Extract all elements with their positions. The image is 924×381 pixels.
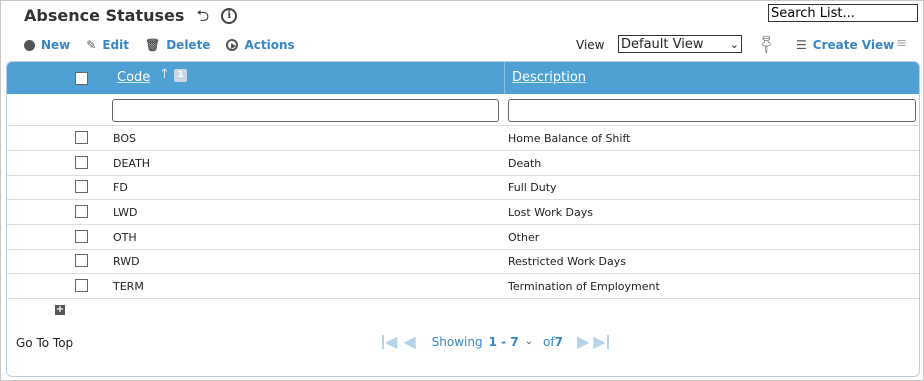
chevron-down-icon[interactable]: ⌄	[525, 336, 533, 347]
row-description: Death	[508, 157, 542, 170]
search-input[interactable]	[768, 4, 918, 22]
row-code: OTH	[113, 231, 137, 244]
column-header-code[interactable]: Code	[117, 70, 150, 85]
table-row[interactable]: DEATH Death	[7, 151, 919, 176]
menu-icon[interactable]: ≡	[896, 36, 907, 51]
list-settings-icon: ☰	[796, 38, 807, 52]
table-row[interactable]: BOS Home Balance of Shift	[7, 126, 919, 151]
row-description: Termination of Employment	[508, 280, 660, 293]
row-description: Home Balance of Shift	[508, 132, 631, 145]
previous-page-icon[interactable]: ◀	[403, 332, 415, 351]
row-checkbox[interactable]	[75, 254, 88, 267]
row-description: Restricted Work Days	[508, 255, 626, 268]
view-select[interactable]: Default View ⌄	[618, 35, 742, 53]
row-code: FD	[113, 181, 128, 194]
create-view-label: Create View	[812, 38, 895, 52]
data-grid: Code ↑ 1 Description BOS Home Balance of…	[6, 61, 920, 377]
table-row[interactable]: RWD Restricted Work Days	[7, 249, 919, 274]
row-checkbox[interactable]	[75, 156, 88, 169]
table-row[interactable]: LWD Lost Work Days	[7, 200, 919, 225]
table-row[interactable]: FD Full Duty	[7, 175, 919, 200]
new-button-label: New	[41, 38, 71, 52]
row-code: TERM	[113, 280, 144, 293]
title-bar: Absence Statuses ⮌ i	[24, 6, 238, 25]
row-checkbox[interactable]	[75, 230, 88, 243]
first-page-icon[interactable]: ◀	[382, 332, 397, 351]
showing-label: Showing	[431, 334, 483, 349]
of-label: of	[543, 334, 555, 349]
pagination: ◀ ◀ Showing 1 - 7 ⌄ of 7 ▶ ▶	[382, 332, 609, 351]
expand-plus-icon[interactable]: +	[55, 305, 65, 315]
row-code: RWD	[113, 255, 140, 268]
create-view-button[interactable]: ☰ Create View	[796, 38, 894, 52]
row-code: BOS	[113, 132, 136, 145]
grid-header: Code ↑ 1 Description	[7, 62, 919, 94]
column-header-description[interactable]: Description	[512, 70, 586, 85]
page-range: 1 - 7	[488, 334, 519, 349]
row-description: Full Duty	[508, 181, 557, 194]
plus-circle-icon: +	[24, 37, 35, 52]
table-row[interactable]: TERM Termination of Employment	[7, 274, 919, 299]
row-code: LWD	[113, 206, 138, 219]
delete-button-label: Delete	[166, 38, 211, 52]
edit-button-label: Edit	[102, 38, 129, 52]
row-code: DEATH	[113, 157, 151, 170]
sort-ascending-icon[interactable]: ↑	[159, 67, 170, 82]
row-checkbox[interactable]	[75, 205, 88, 218]
pencil-icon: ✎	[86, 38, 97, 52]
table-row[interactable]: OTH Other	[7, 225, 919, 250]
row-checkbox[interactable]	[75, 131, 88, 144]
info-icon[interactable]: i	[221, 7, 238, 24]
delete-button[interactable]: 🗑︎ Delete	[145, 38, 210, 52]
undo-icon[interactable]: ⮌	[196, 7, 209, 24]
trash-icon: 🗑︎	[144, 38, 161, 52]
page-title: Absence Statuses	[24, 6, 185, 25]
view-select-value: Default View	[621, 36, 704, 52]
view-label: View	[576, 38, 605, 52]
sort-order-badge: 1	[174, 69, 187, 82]
row-description: Lost Work Days	[508, 206, 594, 219]
column-divider[interactable]	[504, 62, 505, 94]
chevron-down-icon: ⌄	[729, 37, 739, 51]
new-button[interactable]: + New	[24, 38, 70, 52]
next-page-icon[interactable]: ▶	[577, 332, 589, 351]
actions-button[interactable]: Actions	[226, 38, 295, 52]
edit-button[interactable]: ✎ Edit	[86, 38, 129, 52]
row-checkbox[interactable]	[75, 180, 88, 193]
code-filter-input[interactable]	[112, 99, 499, 122]
play-circle-icon	[226, 39, 239, 51]
row-description: Other	[508, 231, 540, 244]
toolbar: + New ✎ Edit 🗑︎ Delete Actions	[24, 38, 311, 52]
total-count: 7	[554, 334, 563, 349]
actions-button-label: Actions	[244, 38, 295, 52]
select-all-checkbox[interactable]	[75, 72, 88, 85]
last-page-icon[interactable]: ▶	[593, 332, 609, 351]
description-filter-input[interactable]	[508, 99, 916, 122]
go-to-top-link[interactable]: Go To Top	[16, 336, 73, 350]
row-checkbox[interactable]	[75, 279, 88, 292]
